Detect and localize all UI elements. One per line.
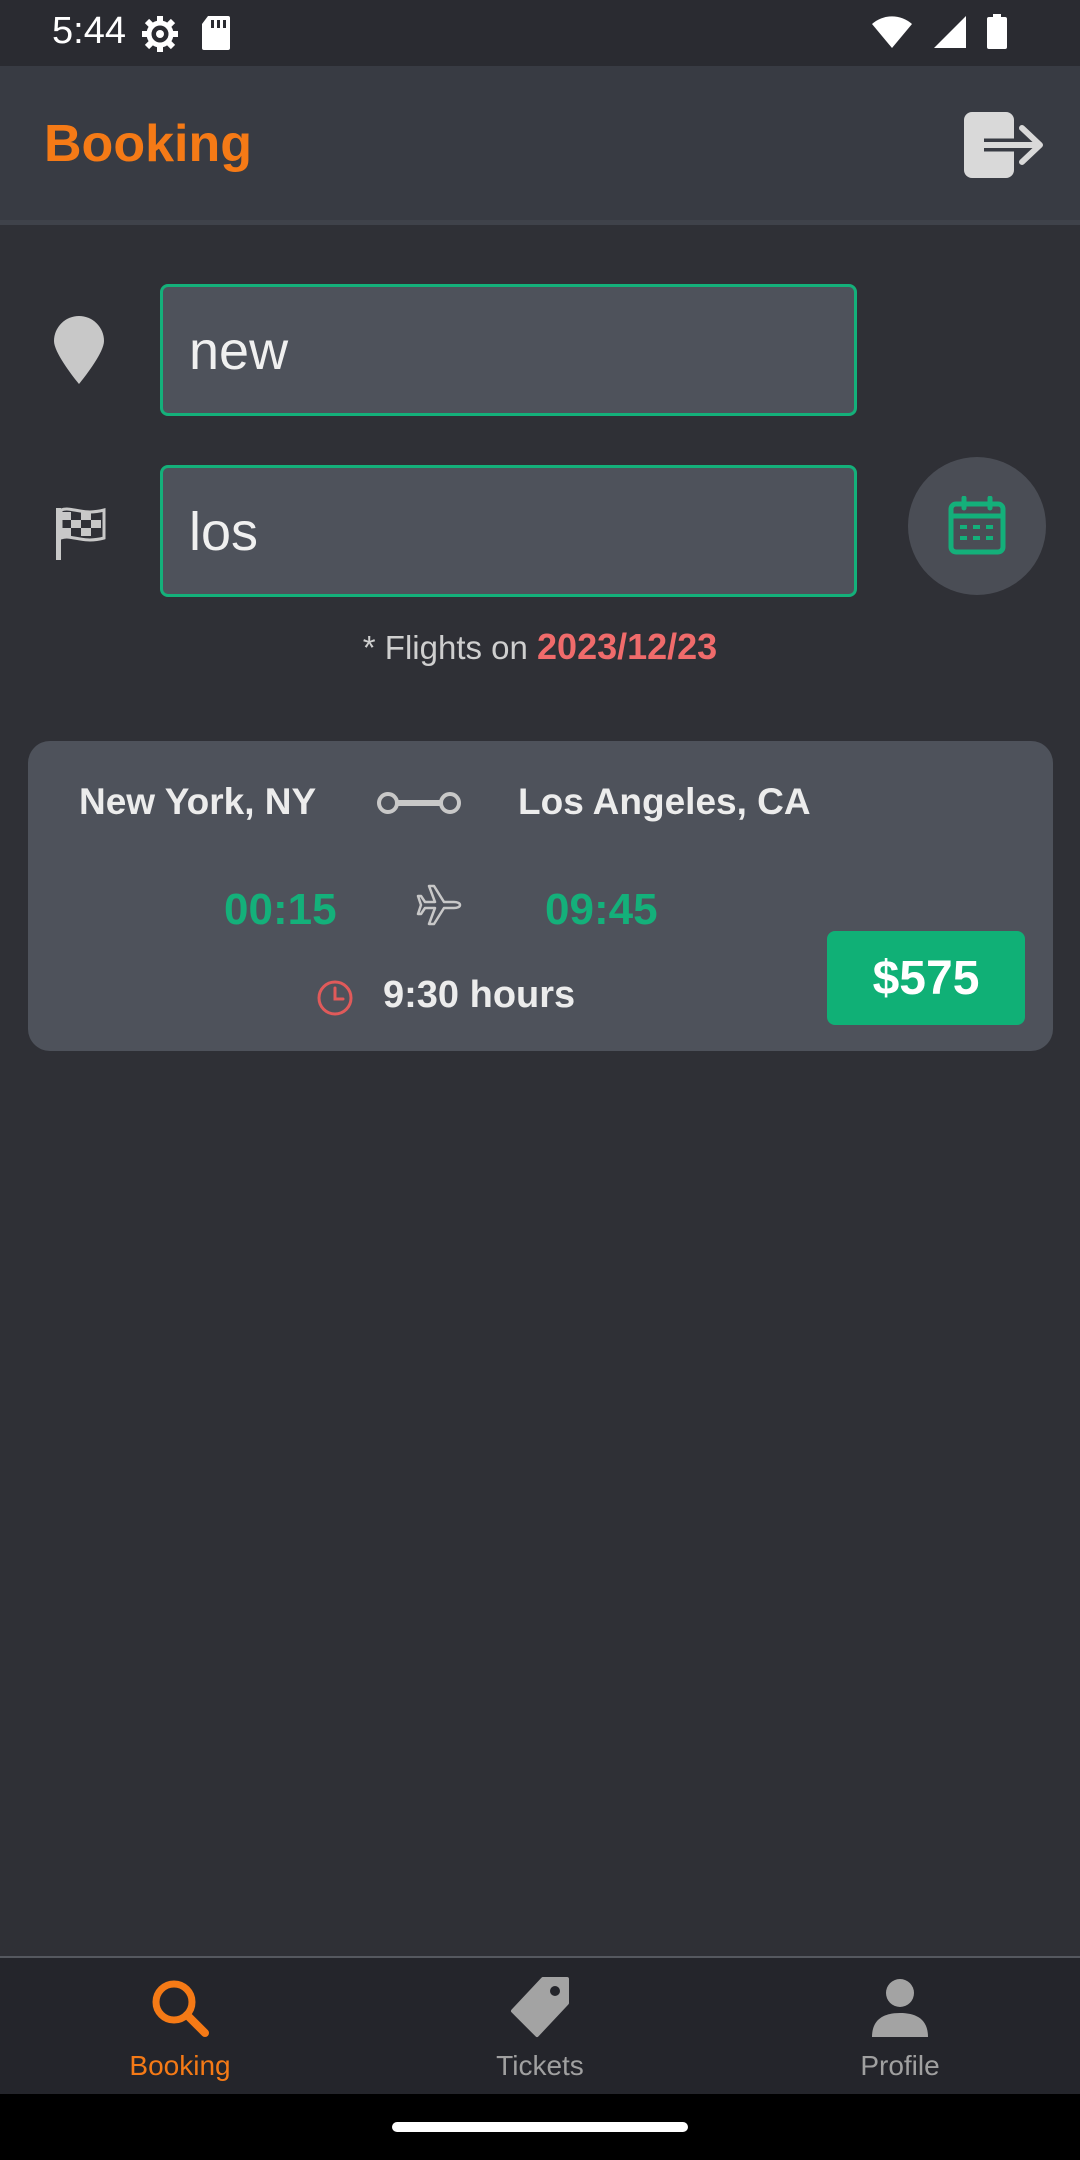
nav-item-tickets[interactable]: Tickets bbox=[360, 1958, 720, 2096]
person-icon bbox=[870, 1976, 930, 2040]
nav-label-booking: Booking bbox=[129, 2050, 231, 2081]
from-city: New York, NY bbox=[79, 781, 317, 822]
settings-gear-icon bbox=[140, 14, 180, 59]
ticket-tag-icon bbox=[507, 1976, 573, 2040]
checkered-flag-icon bbox=[54, 506, 108, 567]
logout-button[interactable] bbox=[960, 106, 1050, 186]
status-right-icons bbox=[870, 14, 1008, 55]
location-pin-icon bbox=[52, 316, 106, 391]
origin-input[interactable] bbox=[187, 287, 831, 415]
flights-note-prefix: * Flights on bbox=[362, 629, 538, 666]
wifi-icon bbox=[870, 14, 914, 55]
status-bar: 5:44 bbox=[0, 0, 1080, 66]
nav-item-booking[interactable]: Booking bbox=[0, 1958, 360, 2096]
origin-input-field[interactable] bbox=[160, 284, 857, 416]
flights-date: 2023/12/23 bbox=[537, 626, 718, 667]
to-city: Los Angeles, CA bbox=[518, 781, 811, 822]
status-time: 5:44 bbox=[52, 10, 126, 52]
cellular-signal-icon bbox=[932, 14, 968, 55]
app-bar: Booking bbox=[0, 66, 1080, 225]
destination-input-field[interactable] bbox=[160, 465, 857, 597]
nav-label-profile: Profile bbox=[860, 2050, 940, 2081]
battery-icon bbox=[986, 14, 1008, 55]
price-button[interactable]: $575 bbox=[827, 931, 1025, 1025]
destination-input[interactable] bbox=[187, 468, 831, 596]
clock-icon bbox=[315, 978, 355, 1023]
flights-date-note: * Flights on 2023/12/23 bbox=[0, 626, 1080, 668]
search-icon bbox=[149, 1976, 211, 2040]
route-connector-icon bbox=[376, 789, 462, 822]
calendar-button[interactable] bbox=[908, 457, 1046, 595]
flight-card[interactable]: New York, NY Los Angeles, CA 00:15 09:45… bbox=[28, 741, 1053, 1051]
nav-item-profile[interactable]: Profile bbox=[720, 1958, 1080, 2096]
logout-icon bbox=[964, 112, 1043, 178]
airplane-icon bbox=[416, 881, 464, 934]
sd-card-icon bbox=[200, 14, 232, 59]
departure-time: 00:15 bbox=[224, 885, 337, 934]
calendar-icon bbox=[948, 496, 1006, 555]
system-gesture-area bbox=[0, 2094, 1080, 2160]
arrival-time: 09:45 bbox=[545, 885, 658, 934]
nav-label-tickets: Tickets bbox=[496, 2050, 584, 2081]
bottom-nav: Booking Tickets Profile bbox=[0, 1956, 1080, 2096]
page-title: Booking bbox=[44, 115, 252, 173]
flight-duration: 9:30 hours bbox=[383, 974, 576, 1016]
home-gesture-bar[interactable] bbox=[392, 2122, 688, 2132]
status-left-icons bbox=[140, 14, 232, 59]
